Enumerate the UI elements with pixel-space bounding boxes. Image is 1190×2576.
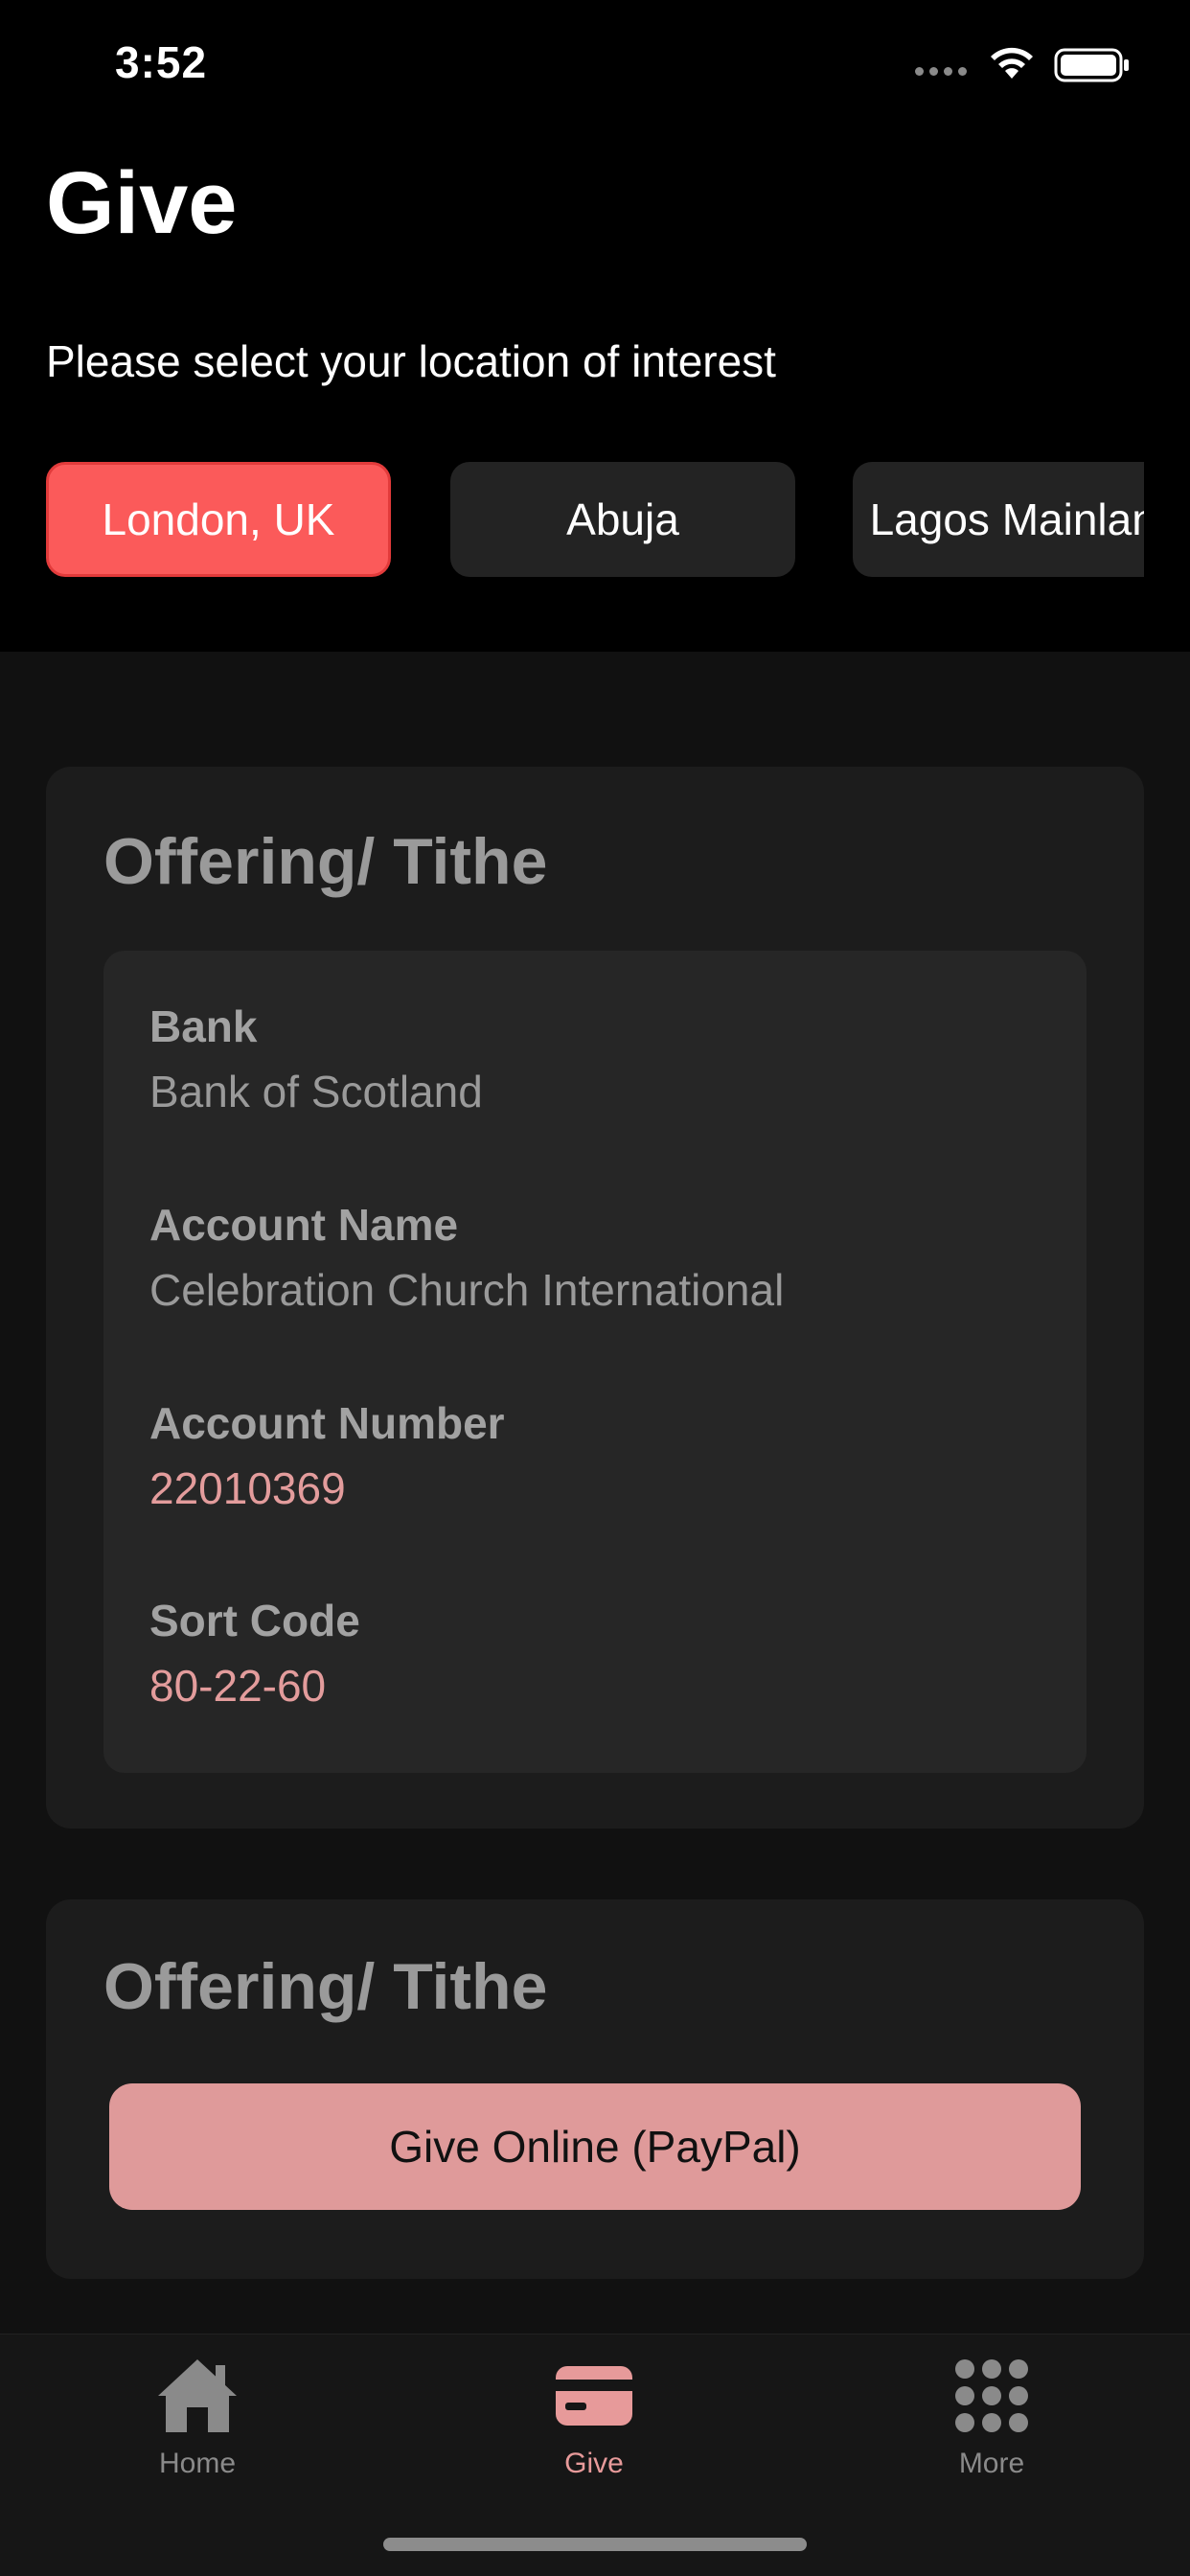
card-icon: [554, 2348, 634, 2444]
bank-details-panel: Bank Bank of Scotland Account Name Celeb…: [103, 951, 1087, 1773]
tab-home[interactable]: Home: [102, 2334, 293, 2517]
location-chip-london[interactable]: London, UK: [46, 462, 391, 577]
location-chip-lagos-mainland[interactable]: Lagos Mainland: [853, 462, 1144, 577]
account-number-field: Account Number 22010369: [149, 1395, 505, 1516]
location-prompt: Please select your location of interest: [46, 336, 776, 386]
tab-home-label: Home: [158, 2448, 237, 2479]
bank-label: Bank: [149, 1001, 258, 1051]
tab-more[interactable]: More: [896, 2334, 1087, 2517]
sort-code-field: Sort Code 80-22-60: [149, 1593, 360, 1714]
card-title: Offering/ Tithe: [103, 825, 548, 898]
bank-field: Bank Bank of Scotland: [149, 999, 483, 1119]
account-name-field: Account Name Celebration Church Internat…: [149, 1197, 784, 1318]
tab-give[interactable]: Give: [498, 2334, 690, 2517]
account-name-label: Account Name: [149, 1200, 459, 1250]
online-giving-card: Offering/ Tithe Give Online (PayPal): [46, 1899, 1144, 2279]
wifi-icon: [991, 47, 1033, 79]
account-name-value: Celebration Church International: [149, 1265, 785, 1315]
location-selector: London, UK Abuja Lagos Mainland: [46, 462, 1144, 579]
status-time: 3:52: [115, 37, 208, 87]
location-chip-abuja[interactable]: Abuja: [450, 462, 795, 577]
grid-icon: [953, 2348, 1030, 2444]
card-title: Offering/ Tithe: [103, 1950, 548, 2023]
account-number-value[interactable]: 22010369: [149, 1460, 505, 1516]
battery-icon: [1054, 48, 1129, 82]
give-online-paypal-button[interactable]: Give Online (PayPal): [109, 2083, 1081, 2210]
tab-give-label: Give: [564, 2448, 624, 2479]
home-indicator[interactable]: [383, 2538, 807, 2551]
page-title: Give: [46, 154, 238, 252]
cellular-signal-icon: [915, 67, 967, 76]
account-number-label: Account Number: [149, 1398, 505, 1448]
sort-code-value[interactable]: 80-22-60: [149, 1658, 360, 1714]
home-icon: [154, 2348, 240, 2444]
bank-value: Bank of Scotland: [149, 1067, 483, 1116]
tab-more-label: More: [958, 2448, 1025, 2479]
status-bar: 3:52: [0, 0, 1190, 134]
bank-transfer-card: Offering/ Tithe Bank Bank of Scotland Ac…: [46, 767, 1144, 1828]
sort-code-label: Sort Code: [149, 1596, 360, 1645]
